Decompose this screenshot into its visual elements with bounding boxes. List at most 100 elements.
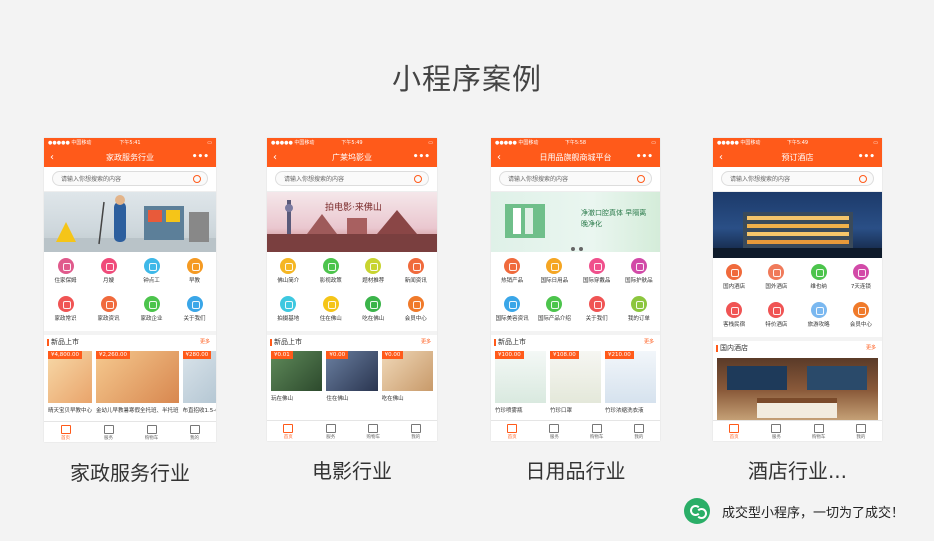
product-card[interactable]: ¥100.00 竹珍喷雾瓶 [495,351,546,414]
search-icon[interactable] [637,175,645,183]
back-arrow-icon[interactable]: ‹ [497,148,501,167]
banner-image[interactable] [713,192,882,258]
product-name: 布直招收1.5-6岁幼儿托管寒暑托... [182,408,216,414]
grid-item[interactable]: 钟点工 [130,255,173,293]
product-name: 金幼儿早教暑寒假全托班、半托班 [96,408,179,414]
grid-item[interactable]: 住在佛山 [310,293,353,331]
search-input[interactable]: 请输入你想搜索的内容 [52,171,208,186]
status-bar: ●●●●● 中国移动 下午5:41 ▭ [44,138,216,148]
product-card[interactable]: ¥4,800.00 晴天宝贝早教中心 [48,351,93,414]
home-icon [507,424,518,433]
product-list: ¥4,800.00 晴天宝贝早教中心 ¥2,260.00 金幼儿早教暑寒假全托班… [44,349,216,414]
status-time: 下午5:49 [341,140,363,146]
banner-image[interactable] [44,192,216,252]
grid-item[interactable]: 影视政策 [310,255,353,293]
search-icon[interactable] [414,175,422,183]
grid-item[interactable]: 拍摄基地 [267,293,310,331]
search-icon[interactable] [193,175,201,183]
grid-item[interactable]: 旅游攻略 [798,299,840,337]
hotel-building-image [713,212,882,258]
tab-profile[interactable]: 我的 [840,421,882,441]
grid-item[interactable]: 国外酒店 [755,261,797,299]
product-card[interactable]: ¥210.00 竹珍浓缩洗衣液 [605,351,656,414]
category-grid: 住家保姆 月嫂 钟点工 早教 家政常识 家政资讯 家政企业 关于我们 [44,252,216,331]
tab-home[interactable]: 首页 [44,422,87,442]
grid-item[interactable]: 国际日用品 [533,255,575,293]
grid-item[interactable]: 关于我们 [173,293,216,331]
tab-service[interactable]: 服务 [310,421,353,441]
more-link[interactable]: 更多 [421,335,431,349]
product-card[interactable]: ¥280.00 布直招收1.5-6岁幼儿托管寒暑托... [182,351,216,414]
back-arrow-icon[interactable]: ‹ [719,148,723,167]
tab-home[interactable]: 首页 [491,421,533,441]
tab-service[interactable]: 服务 [533,421,575,441]
section-header: 新品上市 更多 [44,331,216,349]
search-input[interactable]: 请输入你想搜索的内容 [499,171,652,186]
grid-item[interactable]: 早教 [173,255,216,293]
city-skyline-image: 拍电影·来佛山 [267,200,437,252]
grid-item[interactable]: 特价酒店 [755,299,797,337]
product-card[interactable]: ¥0.01 玩在佛山 [271,351,323,402]
grid-item[interactable]: 会员中心 [840,299,882,337]
caption-daily-goods: 日用品行业 [525,459,626,483]
grid-item[interactable]: 家政资讯 [87,293,130,331]
tab-cart[interactable]: 购物车 [798,421,840,441]
grid-item[interactable]: 家政常识 [44,293,87,331]
more-icon[interactable]: ••• [413,148,430,167]
page-title: 小程序案例 [391,62,542,96]
grid-item[interactable]: 会员中心 [395,293,438,331]
product-card[interactable]: ¥2,260.00 金幼儿早教暑寒假全托班、半托班 [96,351,179,414]
grid-item[interactable]: 关于我们 [576,293,618,331]
tab-service[interactable]: 服务 [87,422,130,442]
grid-item[interactable]: 国际美容资讯 [491,293,533,331]
grid-item[interactable]: 住家保姆 [44,255,87,293]
tab-profile[interactable]: 我的 [395,421,438,441]
tab-profile[interactable]: 我的 [618,421,660,441]
about-icon [186,296,203,312]
tab-cart[interactable]: 购物车 [130,422,173,442]
early-education-icon [186,258,203,274]
search-input[interactable]: 请输入你想搜索的内容 [275,171,429,186]
search-icon[interactable] [859,175,867,183]
grid-item[interactable]: 客栈民宿 [713,299,755,337]
grid-item[interactable]: 佛山简介 [267,255,310,293]
product-card[interactable]: ¥0.00 住在佛山 [326,351,378,402]
grid-item[interactable]: 家政企业 [130,293,173,331]
tab-home[interactable]: 首页 [713,421,755,441]
grid-item[interactable]: 新闻资讯 [395,255,438,293]
grid-item[interactable]: 国际穿戴品 [576,255,618,293]
product-name: 住在佛山 [326,396,349,402]
grid-item[interactable]: 维也纳 [798,261,840,299]
cart-icon [146,425,157,434]
grid-item[interactable]: 国际护肤品 [618,255,660,293]
more-icon[interactable]: ••• [858,148,875,167]
tab-home[interactable]: 首页 [267,421,310,441]
more-icon[interactable]: ••• [192,148,209,167]
grid-item[interactable]: 我的订单 [618,293,660,331]
grid-item[interactable]: 7天连锁 [840,261,882,299]
more-icon[interactable]: ••• [636,148,653,167]
grid-item[interactable]: 题材推荐 [352,255,395,293]
tab-service[interactable]: 服务 [755,421,797,441]
cart-icon [813,424,824,433]
tab-cart[interactable]: 购物车 [352,421,395,441]
banner-image[interactable]: 净澈口腔真体 早隔离 晚净化 [491,192,660,252]
grid-item[interactable]: 国际产品介绍 [533,293,575,331]
grid-item[interactable]: 国内酒店 [713,261,755,299]
more-link[interactable]: 更多 [866,341,876,355]
tab-profile[interactable]: 我的 [173,422,216,442]
chain-hotel-icon [852,264,869,280]
tab-bar: 首页 服务 购物车 我的 [491,420,660,441]
more-link[interactable]: 更多 [644,335,654,349]
product-card[interactable]: ¥108.00 竹珍口罩 [550,351,601,414]
product-card[interactable]: ¥0.00 吃在佛山 [381,351,433,402]
tab-cart[interactable]: 购物车 [576,421,618,441]
grid-item[interactable]: 月嫂 [87,255,130,293]
more-link[interactable]: 更多 [200,335,210,349]
back-arrow-icon[interactable]: ‹ [273,148,277,167]
back-arrow-icon[interactable]: ‹ [50,148,54,167]
grid-item[interactable]: 热销产品 [491,255,533,293]
search-input[interactable]: 请输入你想搜索的内容 [721,171,874,186]
banner-image[interactable]: 拍电影·来佛山 [267,192,437,252]
grid-item[interactable]: 吃在佛山 [352,293,395,331]
